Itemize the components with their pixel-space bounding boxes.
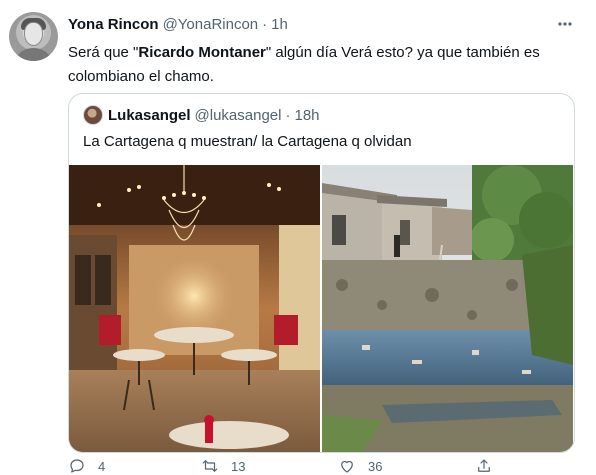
separator-dot: · <box>262 15 268 33</box>
retweet-count: 13 <box>231 458 246 474</box>
quote-avatar[interactable] <box>83 105 103 125</box>
retweet-icon <box>202 460 218 472</box>
tweet-text-part1: Será que " <box>68 44 139 61</box>
share-button[interactable] <box>475 457 493 475</box>
tweet-time[interactable]: 1h <box>271 16 288 33</box>
tweet-header: Yona Rincon @YonaRincon · 1h <box>68 14 288 34</box>
avatar-shoulders <box>13 48 54 61</box>
reply-icon <box>70 459 84 473</box>
heart-icon <box>341 460 353 473</box>
author-name[interactable]: Yona Rincon <box>68 16 159 33</box>
more-icon[interactable] <box>553 12 577 36</box>
tweet-actions: 4 13 36 <box>68 457 548 475</box>
reply-count: 4 <box>98 458 106 474</box>
tweet[interactable]: Yona Rincon @YonaRincon · 1h Será que "R… <box>0 0 596 475</box>
reply-button[interactable]: 4 <box>68 457 105 475</box>
quote-header: Lukasangel @lukasangel · 18h <box>83 104 320 126</box>
like-count: 36 <box>368 458 383 474</box>
quote-text: La Cartagena q muestran/ la Cartagena q … <box>83 133 412 150</box>
slum-photo[interactable] <box>322 165 573 452</box>
quote-author-name[interactable]: Lukasangel <box>108 107 191 124</box>
quote-separator-dot: · <box>285 106 291 124</box>
quoted-tweet[interactable]: Lukasangel @lukasangel · 18h La Cartagen… <box>68 93 575 453</box>
restaurant-photo[interactable] <box>69 165 320 452</box>
tweet-text-mention: Ricardo Montaner <box>138 44 266 61</box>
quote-time[interactable]: 18h <box>294 107 319 124</box>
like-button[interactable]: 36 <box>338 457 382 475</box>
author-avatar[interactable] <box>9 12 58 61</box>
share-icon <box>478 459 490 472</box>
retweet-button[interactable]: 13 <box>201 457 245 475</box>
tweet-text: Será que "Ricardo Montaner" algún día Ve… <box>68 41 568 89</box>
author-handle[interactable]: @YonaRincon <box>163 16 259 33</box>
quote-media <box>69 165 574 452</box>
quote-author-handle[interactable]: @lukasangel <box>195 107 282 124</box>
avatar-face <box>24 22 43 46</box>
